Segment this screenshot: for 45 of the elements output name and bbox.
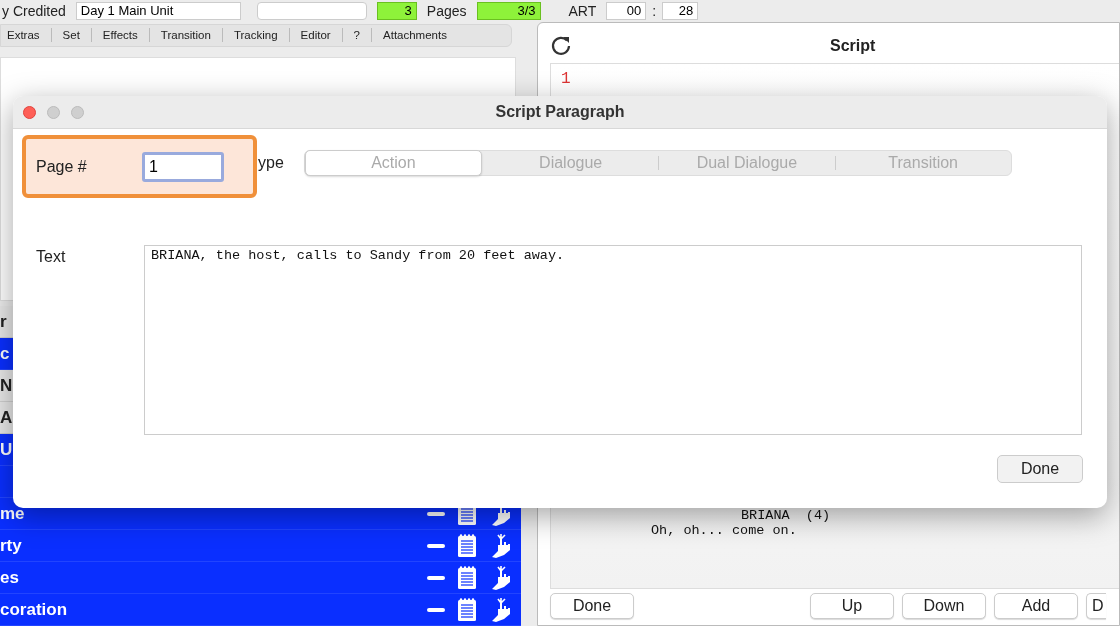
dialog-title: Script Paragraph bbox=[495, 103, 625, 121]
row-label: me bbox=[0, 503, 25, 524]
credited-label: y Credited bbox=[2, 2, 66, 20]
panel-button[interactable]: Up bbox=[810, 593, 894, 619]
list-row[interactable]: coration bbox=[0, 594, 521, 626]
pages-label: Pages bbox=[426, 2, 467, 20]
pages-field: 3/3 bbox=[476, 2, 541, 20]
panel-title: Script bbox=[830, 37, 876, 55]
tab[interactable]: ? bbox=[342, 29, 371, 42]
panel-button[interactable]: Add bbox=[994, 593, 1078, 619]
panel-button[interactable]: Down bbox=[902, 593, 986, 619]
list-row[interactable]: es bbox=[0, 562, 521, 594]
row-label: rty bbox=[0, 535, 22, 556]
page-field[interactable]: 1 bbox=[142, 151, 224, 182]
text-label: Text bbox=[35, 247, 67, 267]
tab[interactable]: Tracking bbox=[222, 29, 289, 42]
character-name: BRIANA (4) bbox=[741, 508, 832, 523]
type-label: ype bbox=[258, 154, 284, 172]
row-label: r bbox=[0, 311, 7, 332]
count-field: 3 bbox=[376, 2, 417, 20]
tab[interactable]: Extras bbox=[7, 29, 51, 42]
list-row[interactable]: rty bbox=[0, 530, 521, 562]
tab[interactable]: Effects bbox=[91, 29, 149, 42]
row-label: A bbox=[0, 407, 13, 428]
time-separator: : bbox=[652, 2, 657, 20]
tab[interactable]: Transition bbox=[149, 29, 222, 42]
seconds-field[interactable]: 28 bbox=[662, 2, 699, 20]
page-number: 1 bbox=[561, 70, 572, 88]
page-label: Page # bbox=[36, 157, 88, 176]
row-label: c bbox=[0, 343, 10, 364]
tab[interactable]: Attachments bbox=[372, 29, 458, 42]
minutes-field[interactable]: 00 bbox=[606, 2, 647, 20]
tab[interactable]: Set bbox=[51, 29, 91, 42]
row-label: U bbox=[0, 439, 13, 460]
row-label: coration bbox=[0, 599, 68, 620]
tab[interactable]: Editor bbox=[289, 29, 342, 42]
row-label: es bbox=[0, 567, 19, 588]
unit-field[interactable]: Day 1 Main Unit bbox=[75, 2, 241, 20]
art-label: ART bbox=[568, 2, 597, 20]
row-label: N bbox=[0, 375, 13, 396]
text-field[interactable]: BRIANA, the host, calls to Sandy from 20 feet away. bbox=[144, 245, 1082, 435]
done-button[interactable]: Done bbox=[997, 455, 1083, 483]
dialogue-line: Oh, oh... come on. bbox=[651, 523, 798, 538]
panel-button[interactable]: D bbox=[1086, 593, 1106, 619]
panel-button[interactable]: Done bbox=[550, 593, 634, 619]
